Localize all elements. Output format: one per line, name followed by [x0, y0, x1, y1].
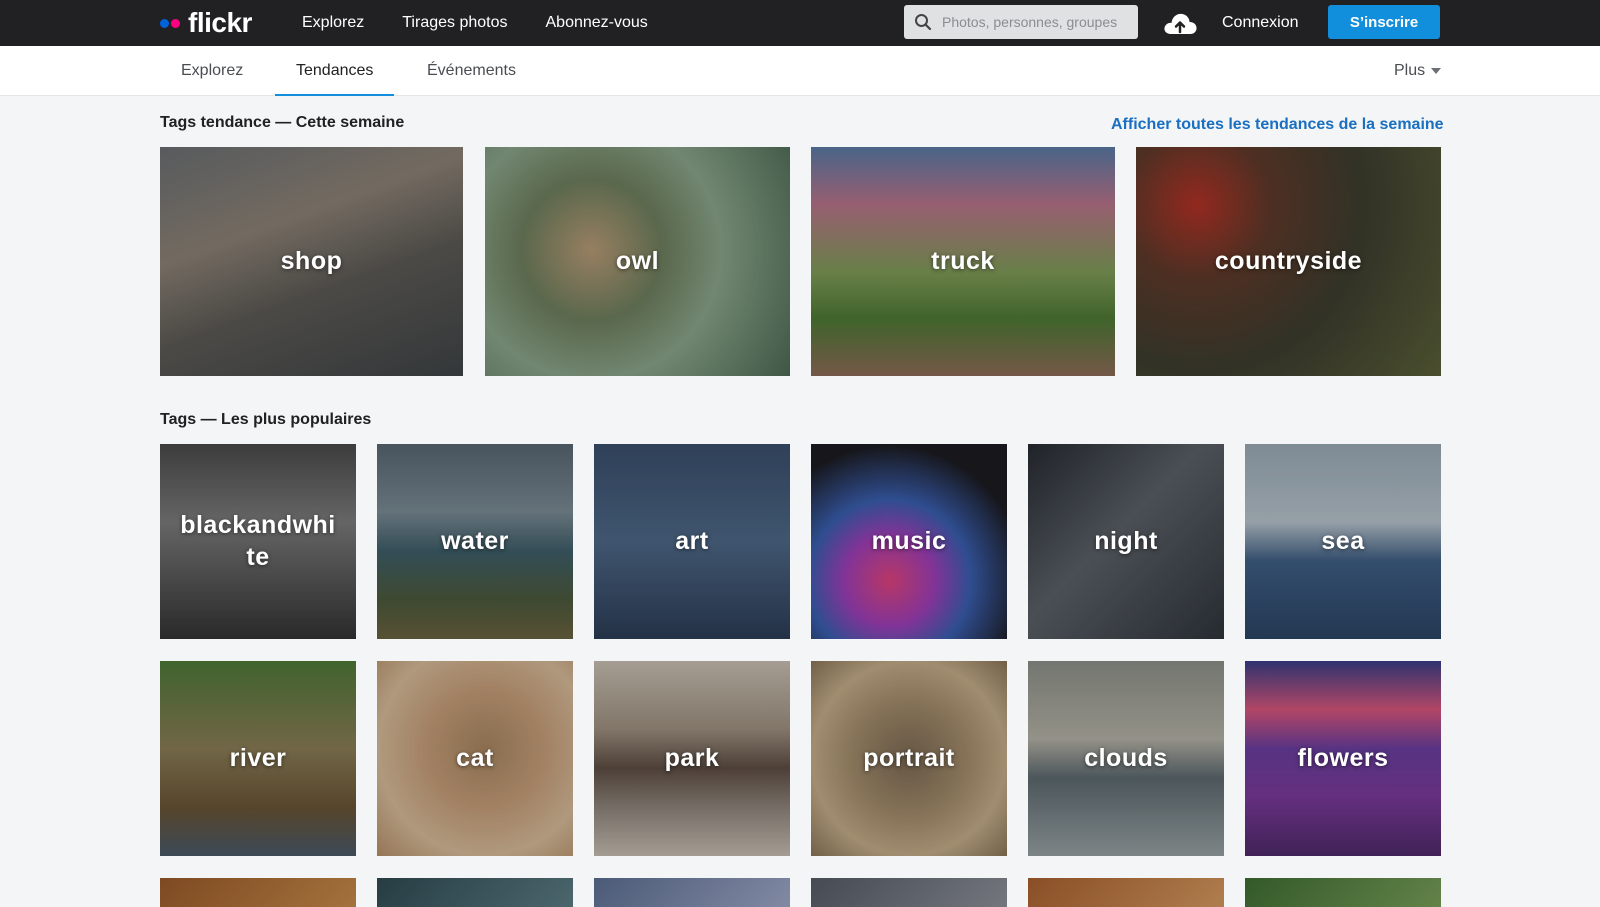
- popular-tile-partial[interactable]: [1028, 878, 1224, 907]
- tab-trending[interactable]: Tendances: [275, 46, 395, 96]
- nav-prints[interactable]: Tirages photos: [402, 14, 507, 32]
- see-all-trending-link[interactable]: Afficher toutes les tendances de la sema…: [1111, 116, 1444, 134]
- flickr-logo[interactable]: flickr: [160, 6, 252, 40]
- tile-label: flowers: [1297, 743, 1389, 772]
- tab-explore[interactable]: Explorez: [181, 46, 243, 96]
- popular-tile-art[interactable]: art: [594, 444, 790, 639]
- tile-label: park: [664, 743, 720, 772]
- search-input[interactable]: [942, 14, 1128, 30]
- more-label: Plus: [1394, 62, 1426, 79]
- search-icon[interactable]: [904, 5, 942, 39]
- trending-tile-owl[interactable]: owl: [485, 147, 790, 376]
- signup-button[interactable]: S’inscrire: [1328, 5, 1440, 39]
- logo-blue-dot: [160, 18, 169, 28]
- popular-tile-partial[interactable]: [594, 878, 790, 907]
- popular-tile-night[interactable]: night: [1028, 444, 1224, 639]
- tile-label: river: [229, 743, 287, 772]
- caret-down-icon: [1431, 68, 1442, 74]
- popular-tile-flowers[interactable]: flowers: [1245, 661, 1441, 856]
- tile-label: water: [441, 526, 509, 555]
- tile-label: blackandwhite: [180, 511, 336, 571]
- tile-label: art: [675, 526, 709, 555]
- top-nav: Explorez Tirages photos Abonnez-vous: [302, 0, 686, 46]
- popular-tile-blackandwhite[interactable]: blackandwhite: [160, 444, 356, 639]
- tile-label: cat: [456, 743, 494, 772]
- tile-label: music: [871, 526, 947, 555]
- upload-cloud-icon[interactable]: [1162, 10, 1198, 36]
- popular-tile-partial[interactable]: [160, 878, 356, 907]
- popular-tile-sea[interactable]: sea: [1245, 444, 1441, 639]
- signin-link[interactable]: Connexion: [1222, 0, 1299, 46]
- popular-tile-partial[interactable]: [377, 878, 573, 907]
- tile-label: countryside: [1214, 246, 1363, 275]
- logo-pink-dot: [171, 18, 180, 28]
- tab-events[interactable]: Événements: [427, 46, 516, 96]
- nav-subscribe[interactable]: Abonnez-vous: [546, 14, 648, 32]
- trending-tile-truck[interactable]: truck: [811, 147, 1115, 376]
- tile-label: sea: [1321, 526, 1365, 555]
- more-menu[interactable]: Plus: [1394, 46, 1442, 96]
- popular-tile-park[interactable]: park: [594, 661, 790, 856]
- popular-tile-cat[interactable]: cat: [377, 661, 573, 856]
- popular-tile-clouds[interactable]: clouds: [1028, 661, 1224, 856]
- search-box[interactable]: [904, 5, 1138, 39]
- tile-label: clouds: [1084, 743, 1168, 772]
- trending-tile-countryside[interactable]: countryside: [1136, 147, 1441, 376]
- popular-tile-partial[interactable]: [811, 878, 1007, 907]
- popular-tile-river[interactable]: river: [160, 661, 356, 856]
- popular-title: Tags — Les plus populaires: [160, 411, 372, 428]
- trending-title: Tags tendance — Cette semaine: [160, 114, 405, 131]
- trending-tile-shop[interactable]: shop: [160, 147, 463, 376]
- popular-tile-music[interactable]: music: [811, 444, 1007, 639]
- tile-label: shop: [280, 246, 343, 275]
- sub-nav: Explorez Tendances Événements Plus: [0, 46, 1600, 96]
- tile-label: owl: [615, 246, 660, 275]
- nav-explore[interactable]: Explorez: [302, 14, 364, 32]
- tile-label: truck: [931, 246, 995, 275]
- top-bar: flickr Explorez Tirages photos Abonnez-v…: [0, 0, 1600, 46]
- tile-label: portrait: [863, 743, 955, 772]
- popular-tile-water[interactable]: water: [377, 444, 573, 639]
- tile-label: night: [1094, 526, 1158, 555]
- logo-wordmark: flickr: [188, 7, 252, 38]
- popular-tile-partial[interactable]: [1245, 878, 1441, 907]
- popular-tile-portrait[interactable]: portrait: [811, 661, 1007, 856]
